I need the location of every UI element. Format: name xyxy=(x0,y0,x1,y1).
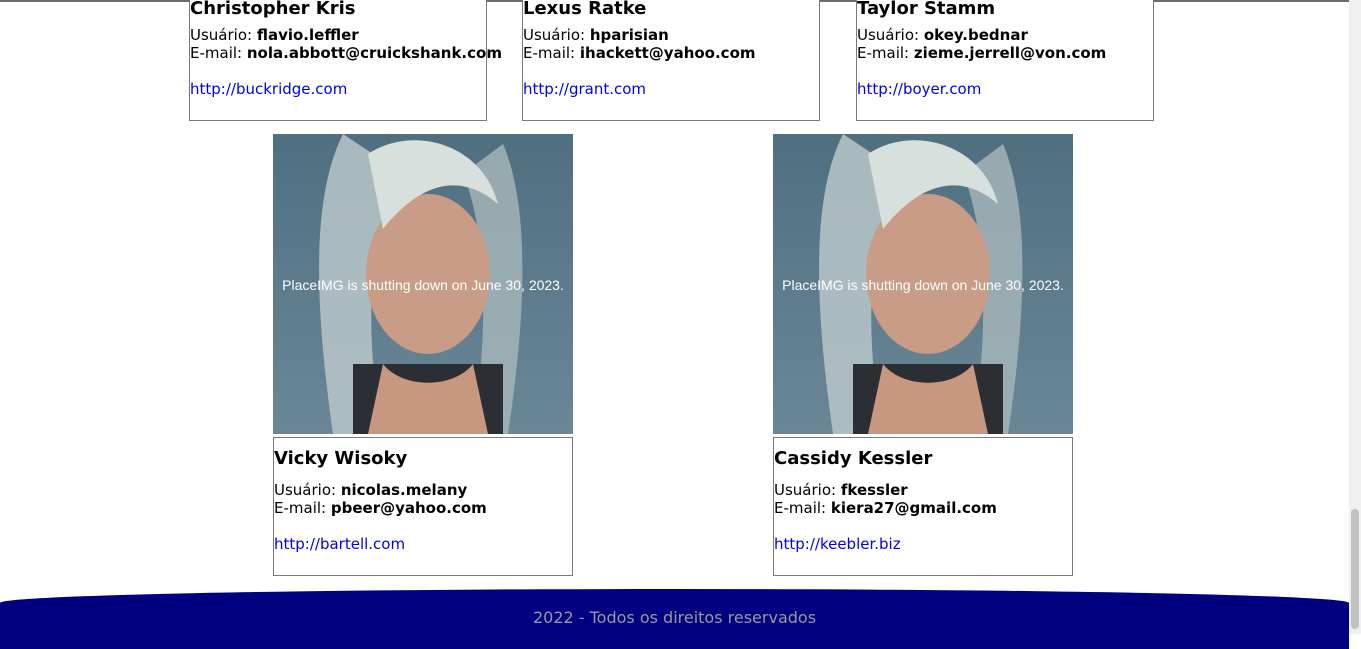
email-value: zieme.jerrell@von.com xyxy=(913,44,1107,62)
username-value: nicolas.melany xyxy=(340,481,468,499)
user-name: Cassidy Kessler xyxy=(774,448,933,469)
username-value: okey.bednar xyxy=(923,26,1028,44)
scrollbar-thumb[interactable] xyxy=(1351,509,1359,629)
username-value: fkessler xyxy=(840,481,908,499)
website-link[interactable]: http://keebler.biz xyxy=(774,535,901,553)
email-value: nola.abbott@cruickshank.com xyxy=(246,44,502,62)
photo-caption: PlaceIMG is shutting down on June 30, 20… xyxy=(782,277,1064,293)
user-card: Vicky Wisoky Usuário: nicolas.melany E-m… xyxy=(273,437,573,576)
footer-copyright: 2022 - Todos os direitos reservados xyxy=(532,608,817,627)
email-label: E-mail: xyxy=(190,44,243,62)
user-photo: PlaceIMG is shutting down on June 30, 20… xyxy=(773,134,1073,434)
website-link[interactable]: http://grant.com xyxy=(523,80,646,98)
user-card: Lexus Ratke Usuário: hparisian E-mail: i… xyxy=(522,0,820,121)
username-label: Usuário: xyxy=(190,26,253,44)
user-name: Lexus Ratke xyxy=(523,0,647,19)
website-link[interactable]: http://bartell.com xyxy=(274,535,405,553)
email-label: E-mail: xyxy=(857,44,910,62)
website-link[interactable]: http://buckridge.com xyxy=(190,80,347,98)
email-label: E-mail: xyxy=(774,499,827,517)
username-label: Usuário: xyxy=(774,481,837,499)
username-label: Usuário: xyxy=(274,481,337,499)
email-value: pbeer@yahoo.com xyxy=(330,499,487,517)
photo-caption: PlaceIMG is shutting down on June 30, 20… xyxy=(282,277,564,293)
username-value: hparisian xyxy=(589,26,669,44)
username-label: Usuário: xyxy=(523,26,586,44)
user-name: Vicky Wisoky xyxy=(274,448,408,469)
user-photo: PlaceIMG is shutting down on June 30, 20… xyxy=(273,134,573,434)
website-link[interactable]: http://boyer.com xyxy=(857,80,981,98)
username-value: flavio.leffler xyxy=(256,26,359,44)
scrollbar[interactable] xyxy=(1349,0,1361,634)
user-card: Cassidy Kessler Usuário: fkessler E-mail… xyxy=(773,437,1073,576)
email-value: ihackett@yahoo.com xyxy=(579,44,756,62)
email-value: kiera27@gmail.com xyxy=(830,499,997,517)
email-label: E-mail: xyxy=(274,499,327,517)
email-label: E-mail: xyxy=(523,44,576,62)
username-label: Usuário: xyxy=(857,26,920,44)
user-card: Christopher Kris Usuário: flavio.leffler… xyxy=(189,0,502,121)
user-name: Taylor Stamm xyxy=(857,0,996,19)
user-name: Christopher Kris xyxy=(190,0,356,19)
user-card: Taylor Stamm Usuário: okey.bednar E-mail… xyxy=(856,0,1154,121)
